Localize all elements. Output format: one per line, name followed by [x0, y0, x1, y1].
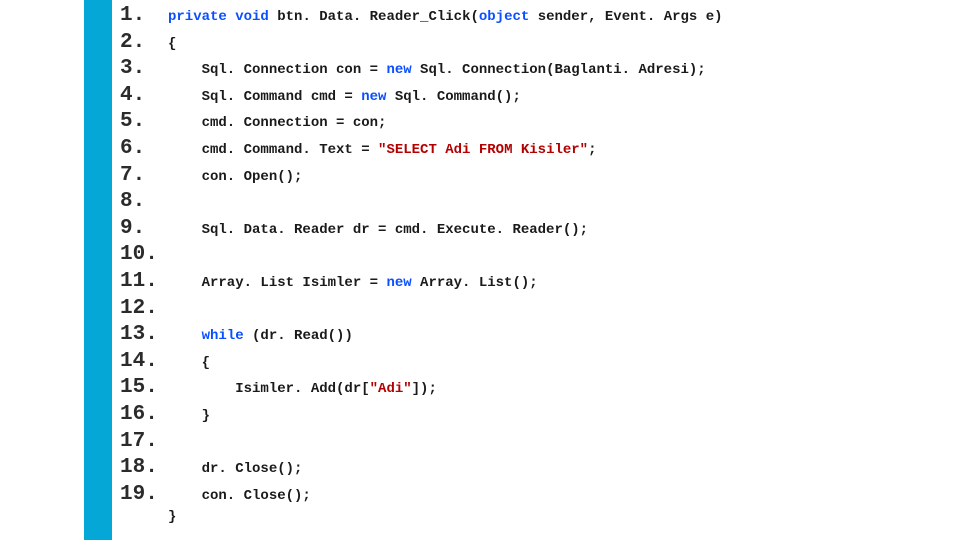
code-line: 7. con. Open();: [120, 164, 940, 191]
line-code: private void btn. Data. Reader_Click(obj…: [168, 9, 723, 25]
text-token: Sql. Command cmd =: [168, 89, 361, 105]
text-token: Array. List Isimler =: [168, 275, 386, 291]
string-token: "Adi": [370, 381, 412, 397]
code-line: 14. {: [120, 350, 940, 377]
code-line: 19. con. Close();: [120, 483, 940, 510]
code-line: 11. Array. List Isimler = new Array. Lis…: [120, 270, 940, 297]
line-code: cmd. Command. Text = "SELECT Adi FROM Ki…: [168, 142, 597, 158]
keyword-token: void: [235, 9, 277, 25]
code-line: 9. Sql. Data. Reader dr = cmd. Execute. …: [120, 217, 940, 244]
keyword-token: private: [168, 9, 235, 25]
line-code: }: [168, 509, 176, 525]
text-token: btn. Data. Reader_Click(: [277, 9, 479, 25]
code-line: }: [120, 509, 940, 536]
line-code: cmd. Connection = con;: [168, 115, 386, 131]
keyword-token: while: [202, 328, 252, 344]
code-line: 1.private void btn. Data. Reader_Click(o…: [120, 4, 940, 31]
code-line: 5. cmd. Connection = con;: [120, 110, 940, 137]
text-token: Array. List();: [420, 275, 538, 291]
line-number: 11.: [120, 270, 168, 293]
line-number: 16.: [120, 403, 168, 426]
line-number: 15.: [120, 376, 168, 399]
line-number: 6.: [120, 137, 168, 160]
code-line: 16. }: [120, 403, 940, 430]
text-token: cmd. Connection = con;: [168, 115, 386, 131]
line-number: 1.: [120, 4, 168, 27]
line-number: 7.: [120, 164, 168, 187]
line-code: Sql. Data. Reader dr = cmd. Execute. Rea…: [168, 222, 588, 238]
keyword-token: object: [479, 9, 538, 25]
line-code: Sql. Connection con = new Sql. Connectio…: [168, 62, 706, 78]
line-code: {: [168, 355, 210, 371]
line-code: }: [168, 408, 210, 424]
text-token: (dr. Read()): [252, 328, 353, 344]
text-token: Sql. Data. Reader dr = cmd. Execute. Rea…: [168, 222, 588, 238]
text-token: con. Close();: [168, 488, 311, 504]
text-token: }: [168, 509, 176, 525]
line-code: while (dr. Read()): [168, 328, 353, 344]
text-token: Sql. Connection(Baglanti. Adresi);: [420, 62, 706, 78]
code-line: 18. dr. Close();: [120, 456, 940, 483]
text-token: con. Open();: [168, 169, 302, 185]
string-token: "SELECT Adi FROM Kisiler": [378, 142, 588, 158]
line-number: 18.: [120, 456, 168, 479]
code-line: 13. while (dr. Read()): [120, 323, 940, 350]
slide: 1.private void btn. Data. Reader_Click(o…: [0, 0, 960, 540]
keyword-token: new: [386, 62, 420, 78]
code-line: 4. Sql. Command cmd = new Sql. Command()…: [120, 84, 940, 111]
text-token: Sql. Command();: [395, 89, 521, 105]
code-line: 2.{: [120, 31, 940, 58]
line-number: 3.: [120, 57, 168, 80]
code-line: 17.: [120, 430, 940, 457]
line-code: Isimler. Add(dr["Adi"]);: [168, 381, 437, 397]
text-token: Sql. Connection con =: [168, 62, 386, 78]
line-number: 14.: [120, 350, 168, 373]
line-code: Array. List Isimler = new Array. List();: [168, 275, 538, 291]
line-number: 2.: [120, 31, 168, 54]
line-code: {: [168, 36, 176, 52]
text-token: [168, 328, 202, 344]
text-token: }: [168, 408, 210, 424]
text-token: dr. Close();: [168, 461, 302, 477]
line-number: 4.: [120, 84, 168, 107]
keyword-token: new: [361, 89, 395, 105]
code-line: 12.: [120, 297, 940, 324]
line-number: 10.: [120, 243, 168, 266]
code-line: 3. Sql. Connection con = new Sql. Connec…: [120, 57, 940, 84]
code-line: 10.: [120, 243, 940, 270]
code-line: 8.: [120, 190, 940, 217]
text-token: {: [168, 355, 210, 371]
line-code: dr. Close();: [168, 461, 302, 477]
line-number: 19.: [120, 483, 168, 506]
line-number: 13.: [120, 323, 168, 346]
code-block: 1.private void btn. Data. Reader_Click(o…: [120, 4, 940, 536]
text-token: Isimler. Add(dr[: [168, 381, 370, 397]
text-token: sender, Event. Args e): [538, 9, 723, 25]
line-number: 9.: [120, 217, 168, 240]
text-token: cmd. Command. Text =: [168, 142, 378, 158]
line-number: 17.: [120, 430, 168, 453]
text-token: ;: [588, 142, 596, 158]
line-number: 8.: [120, 190, 168, 213]
left-stripe: [84, 0, 112, 540]
line-code: Sql. Command cmd = new Sql. Command();: [168, 89, 521, 105]
line-code: con. Open();: [168, 169, 302, 185]
code-line: 6. cmd. Command. Text = "SELECT Adi FROM…: [120, 137, 940, 164]
line-number: 5.: [120, 110, 168, 133]
keyword-token: new: [386, 275, 420, 291]
line-code: con. Close();: [168, 488, 311, 504]
text-token: {: [168, 36, 176, 52]
line-number: 12.: [120, 297, 168, 320]
code-line: 15. Isimler. Add(dr["Adi"]);: [120, 376, 940, 403]
text-token: ]);: [412, 381, 437, 397]
